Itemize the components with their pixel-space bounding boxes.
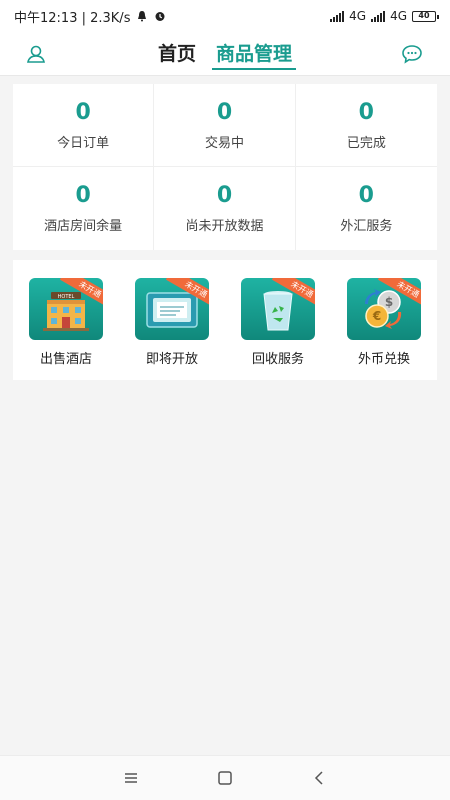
stat-value: 0 (75, 99, 91, 125)
menu-icon[interactable] (119, 766, 143, 790)
system-navigation-bar (0, 755, 450, 800)
status-bar: 中午12:13 | 2.3K/s 4G 4G 40 (0, 0, 450, 32)
stat-value: 0 (358, 183, 374, 208)
stat-value: 0 (75, 183, 91, 208)
svg-text:HOTEL: HOTEL (58, 294, 75, 300)
stat-not-open-data[interactable]: 0 尚未开放数据 (154, 167, 296, 250)
network-type-1: 4G (349, 9, 367, 23)
stat-completed[interactable]: 0 已完成 (295, 84, 437, 167)
service-sell-hotel[interactable]: HOTEL 未开通 出售酒店 (21, 278, 111, 367)
tab-home[interactable]: 首页 (158, 32, 196, 76)
stat-value: 0 (216, 99, 233, 125)
message-icon[interactable] (400, 42, 424, 66)
service-label: 即将开放 (145, 352, 198, 367)
services-panel: HOTEL 未开通 出售酒店 未开通 即将开放 未开通 回收服务 $ € 未开通… (13, 260, 437, 380)
header-tabs: 首页 商品管理 (158, 32, 297, 76)
stat-label: 已完成 (346, 135, 386, 151)
service-recycle[interactable]: 未开通 回收服务 (233, 278, 323, 367)
stat-value: 0 (358, 99, 374, 125)
service-label: 外币兑换 (357, 352, 410, 367)
stat-label: 外汇服务 (340, 219, 393, 234)
service-label: 回收服务 (251, 352, 304, 367)
back-chevron-icon[interactable] (307, 766, 331, 790)
stat-value: 0 (216, 183, 233, 208)
stat-label: 酒店房间余量 (44, 219, 123, 234)
signal-icon (330, 10, 345, 22)
app-header: 首页 商品管理 (0, 32, 450, 76)
battery-icon: 40 (412, 10, 439, 22)
stat-today-orders[interactable]: 0 今日订单 (13, 84, 155, 167)
user-icon[interactable] (24, 42, 48, 66)
service-currency-exchange[interactable]: $ € 未开通 外币兑换 (339, 278, 429, 367)
service-tile: 未开通 (241, 278, 315, 340)
alarm-bell-icon (138, 11, 147, 22)
service-coming-soon[interactable]: 未开通 即将开放 (127, 278, 217, 367)
tab-product-management[interactable]: 商品管理 (211, 32, 297, 76)
status-left: 中午12:13 | 2.3K/s (14, 7, 166, 26)
stat-label: 今日订单 (57, 135, 110, 151)
service-label: 出售酒店 (39, 352, 92, 367)
alarm-clock-icon (155, 12, 165, 21)
stat-forex-service[interactable]: 0 外汇服务 (296, 167, 437, 250)
signal-icon (371, 10, 386, 22)
network-type-2: 4G (390, 9, 407, 23)
stat-label: 尚未开放数据 (185, 219, 264, 234)
stat-label: 交易中 (204, 135, 244, 151)
svg-text:$: $ (385, 295, 393, 309)
status-time-speed: 中午12:13 | 2.3K/s (14, 10, 131, 26)
stat-in-transaction[interactable]: 0 交易中 (154, 84, 296, 167)
service-tile: 未开通 (135, 278, 209, 340)
service-tile: HOTEL 未开通 (29, 278, 103, 340)
stat-hotel-rooms-remaining[interactable]: 0 酒店房间余量 (13, 167, 155, 250)
status-right: 4G 4G 40 (330, 9, 439, 23)
svg-text:€: € (372, 309, 381, 323)
stats-grid: 0 今日订单 0 交易中 0 已完成 0 酒店房间余量 0 尚未开放数据 0 外… (13, 84, 437, 250)
service-tile: $ € 未开通 (347, 278, 421, 340)
home-square-icon[interactable] (213, 766, 237, 790)
